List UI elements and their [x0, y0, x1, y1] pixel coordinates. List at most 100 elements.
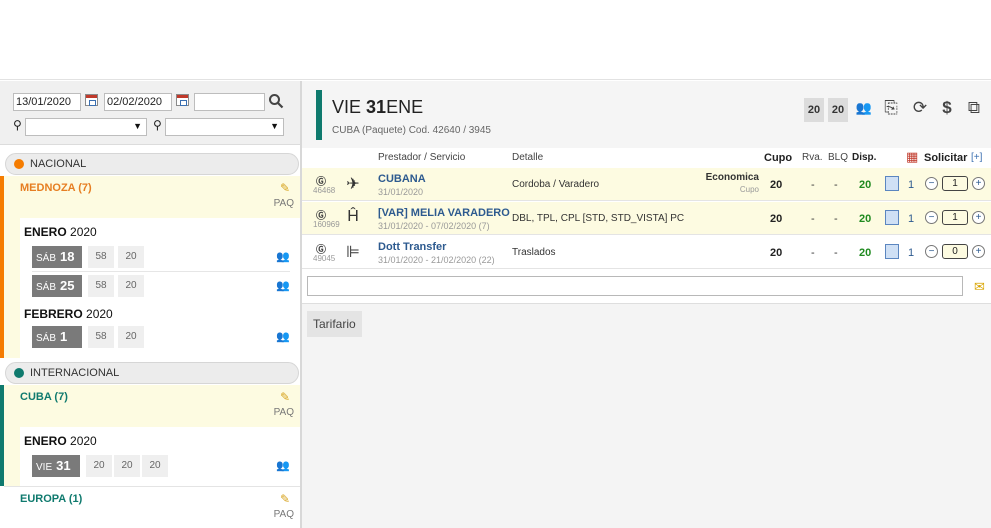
calendar-icon[interactable]: ▦ [906, 149, 918, 165]
left-panel: 13/01/2020 02/02/2020 ⚲ ▼ ⚲ ▼ NACIONAL M… [0, 81, 302, 528]
external-link-icon[interactable]: ⧉ [965, 97, 983, 119]
day-badge[interactable]: SÁB 25 [32, 275, 82, 297]
service-name[interactable]: Dott Transfer [378, 241, 446, 253]
edit-icon[interactable] [885, 244, 899, 259]
service-code: 46468 [313, 186, 336, 195]
pencil-icon[interactable]: ✎ [280, 390, 290, 404]
destination-cuba: CUBA (7) ✎ PAQ ENERO 2020 VIE 31 20 20 20… [4, 385, 300, 486]
day-row[interactable]: SÁB 18 58 20 👥 [32, 246, 292, 268]
service-detail: Cordoba / Varadero [512, 179, 600, 190]
main-panel: VIE 31ENE CUBA (Paquete) Cod. 42640 / 39… [302, 81, 991, 528]
destination-name[interactable]: EUROPA (1) [20, 493, 82, 505]
count-box: 20 [804, 98, 824, 122]
calendar-icon[interactable] [176, 94, 189, 106]
count-box: 20 [828, 98, 848, 122]
notes-textarea[interactable] [307, 276, 963, 296]
quantity-value: 1 [908, 247, 915, 259]
date-to-input[interactable]: 02/02/2020 [104, 93, 172, 111]
section-internacional[interactable]: INTERNACIONAL [5, 362, 299, 384]
rva-value: - [811, 213, 815, 225]
column-solicitar: Solicitar [924, 152, 968, 164]
column-blq: BLQ [828, 152, 849, 163]
day-cell: 20 [118, 246, 144, 268]
date-from-input[interactable]: 13/01/2020 [13, 93, 81, 111]
page-title: VIE 31ENE [332, 97, 424, 117]
day-row[interactable]: SÁB 25 58 20 👥 [32, 275, 292, 297]
origin-select[interactable]: ▼ [25, 118, 147, 136]
service-row: Ⓖ 49045 ⊫ Dott Transfer 31/01/2020 - 21/… [302, 236, 991, 269]
service-code: 160969 [313, 220, 340, 229]
decrement-button[interactable]: − [925, 245, 938, 258]
section-label: NACIONAL [30, 158, 87, 170]
quantity-stepper[interactable]: 1 [942, 210, 968, 225]
month-title: ENERO 2020 [24, 434, 97, 448]
service-name[interactable]: CUBANA [378, 173, 426, 185]
tarifario-button[interactable]: Tarifario [307, 311, 362, 337]
column-disp: Disp. [852, 152, 877, 163]
quantity-value: 1 [908, 213, 915, 225]
quantity-stepper[interactable]: 1 [942, 176, 968, 191]
pencil-icon[interactable]: ✎ [280, 492, 290, 506]
dollar-icon[interactable]: $ [938, 97, 956, 119]
day-badge[interactable]: VIE 31 [32, 455, 80, 477]
edit-icon[interactable] [885, 210, 899, 225]
section-dot [14, 368, 24, 378]
increment-button[interactable]: + [972, 245, 985, 258]
accent-bar [316, 90, 322, 140]
add-row-link[interactable]: [+] [971, 152, 982, 163]
paq-label: PAQ [273, 198, 294, 209]
people-icon: 👥 [276, 280, 290, 292]
document-icon[interactable]: ⎘ [882, 97, 900, 119]
paq-label: PAQ [273, 407, 294, 418]
column-prestador: Prestador / Servicio [378, 152, 466, 163]
quantity-value: 1 [908, 179, 915, 191]
section-nacional[interactable]: NACIONAL [5, 153, 299, 175]
day-row[interactable]: VIE 31 20 20 20 👥 [32, 455, 292, 477]
service-date: 31/01/2020 [378, 187, 424, 197]
pencil-icon[interactable]: ✎ [280, 181, 290, 195]
disp-value: 20 [859, 247, 872, 259]
divider [32, 271, 290, 272]
day-cell: 58 [88, 246, 114, 268]
rva-value: - [811, 179, 815, 191]
cupo-value: 20 [770, 179, 783, 191]
destination-name[interactable]: CUBA (7) [20, 391, 68, 403]
month-block: ENERO 2020 SÁB 18 58 20 👥 SÁB 25 58 20 👥 F… [20, 218, 300, 358]
blq-value: - [834, 179, 838, 191]
increment-button[interactable]: + [972, 177, 985, 190]
day-badge[interactable]: SÁB 18 [32, 246, 82, 268]
day-cell: 58 [88, 275, 114, 297]
month-title: ENERO 2020 [24, 225, 97, 239]
service-date: 31/01/2020 - 07/02/2020 (7) [378, 221, 490, 231]
service-class: Economica [705, 172, 759, 183]
people-icon: 👥 [276, 251, 290, 263]
increment-button[interactable]: + [972, 211, 985, 224]
extra-date-input[interactable] [194, 93, 265, 111]
package-header: VIE 31ENE CUBA (Paquete) Cod. 42640 / 39… [302, 81, 991, 148]
refresh-icon[interactable]: ⟳ [911, 97, 929, 119]
decrement-button[interactable]: − [925, 211, 938, 224]
decrement-button[interactable]: − [925, 177, 938, 190]
quantity-stepper[interactable]: 0 [942, 244, 968, 259]
edit-icon[interactable] [885, 176, 899, 191]
package-subtitle: CUBA (Paquete) Cod. 42640 / 3945 [332, 125, 491, 136]
service-code: 49045 [313, 254, 336, 263]
add-note-icon[interactable]: ✉ [974, 279, 985, 295]
day-row[interactable]: SÁB 1 58 20 👥 [32, 326, 292, 348]
day-badge[interactable]: SÁB 1 [32, 326, 82, 348]
service-detail: DBL, TPL, CPL [STD, STD_VISTA] PC [512, 213, 685, 224]
people-icon[interactable]: 👥 [855, 97, 873, 119]
search-icon[interactable] [268, 93, 284, 109]
service-name[interactable]: [VAR] MELIA VARADERO [378, 207, 510, 219]
disp-value: 20 [859, 213, 872, 225]
calendar-icon[interactable] [85, 94, 98, 106]
column-detalle: Detalle [512, 152, 544, 163]
cupo-value: 20 [770, 247, 783, 259]
destination-select[interactable]: ▼ [165, 118, 284, 136]
column-rva: Rva. [802, 152, 823, 163]
services-table-header: Prestador / Servicio Detalle Cupo Rva. B… [302, 148, 991, 167]
destination-name[interactable]: MEDNOZA (7) [20, 182, 92, 194]
filter-bar: 13/01/2020 02/02/2020 ⚲ ▼ ⚲ ▼ [0, 81, 300, 145]
rva-value: - [811, 247, 815, 259]
top-blank-area [0, 0, 991, 80]
